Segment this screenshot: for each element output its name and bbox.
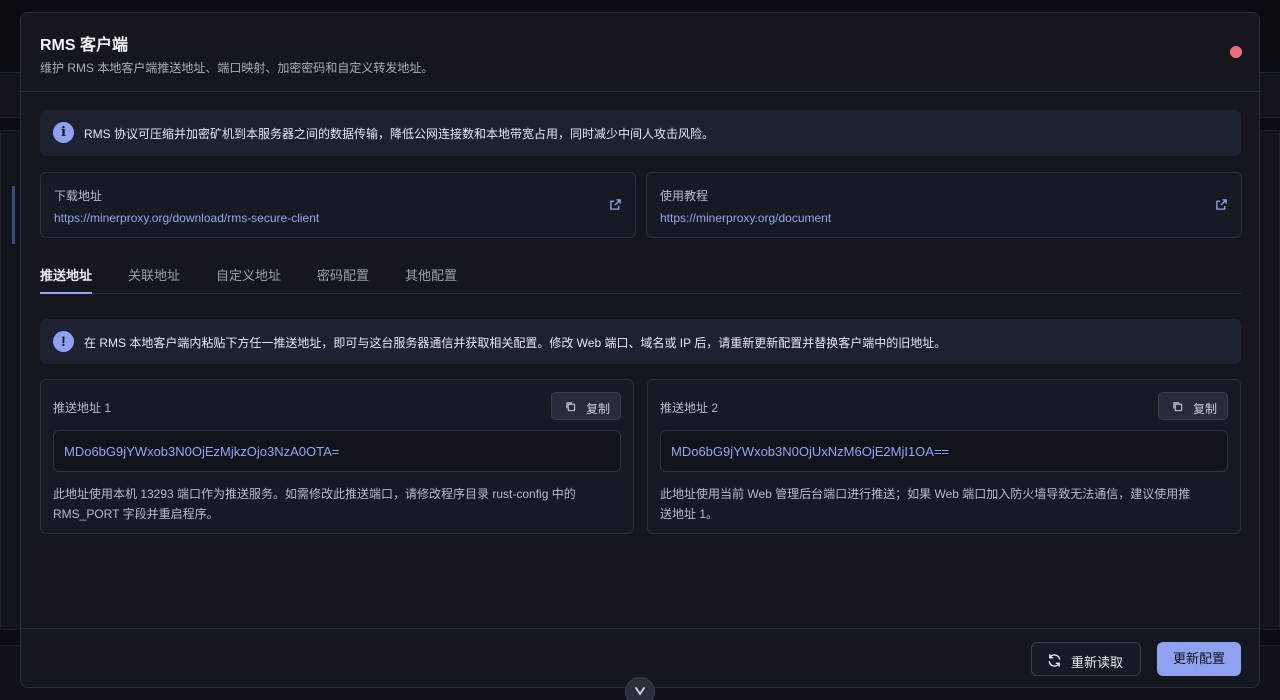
update-config-button[interactable]: 更新配置	[1157, 642, 1241, 676]
scroll-down-button[interactable]	[625, 677, 655, 700]
config-tabs: 推送地址 关联地址 自定义地址 密码配置 其他配置	[40, 262, 1241, 294]
copy-button-label: 复制	[1193, 402, 1218, 416]
reload-button[interactable]: 重新读取	[1031, 642, 1141, 676]
tutorial-link-card: 使用教程 https://minerproxy.org/document	[646, 172, 1242, 238]
download-label: 下载地址	[54, 189, 103, 203]
download-link-card: 下载地址 https://minerproxy.org/download/rms…	[40, 172, 636, 238]
push-address-value: MDo6bG9jYWxob3N0OjUxNzM6OjE2MjI1OA==	[671, 444, 950, 459]
copy-icon	[1173, 402, 1183, 412]
push-address-card-1: 推送地址 1 复制 MDo6bG9jYWxob3N0OjEzMjkzOjo3Nz…	[40, 379, 634, 534]
push-address-label: 推送地址 1	[53, 401, 112, 415]
modal-title: RMS 客户端	[40, 37, 129, 54]
download-url-link[interactable]: https://minerproxy.org/download/rms-secu…	[54, 211, 319, 225]
refresh-icon	[1048, 654, 1061, 667]
info-banner-text: RMS 协议可压缩并加密矿机到本服务器之间的数据传输，降低公网连接数和本地带宽占…	[84, 127, 715, 141]
external-link-icon[interactable]	[1215, 198, 1228, 211]
push-address-field[interactable]: MDo6bG9jYWxob3N0OjUxNzM6OjE2MjI1OA==	[660, 430, 1228, 472]
chevron-down-icon	[635, 687, 645, 696]
tutorial-label: 使用教程	[660, 189, 709, 203]
tab-password-config[interactable]: 密码配置	[317, 265, 369, 284]
background-active-indicator	[12, 186, 15, 244]
tab-other-config[interactable]: 其他配置	[405, 265, 457, 284]
copy-button-label: 复制	[586, 402, 611, 416]
close-button[interactable]	[1230, 46, 1242, 58]
active-tab-indicator	[40, 292, 92, 294]
notice-banner-text: 在 RMS 本地客户端内粘贴下方任一推送地址，即可与这台服务器通信并获取相关配置…	[84, 336, 947, 350]
tab-related-address[interactable]: 关联地址	[128, 265, 180, 284]
copy-icon	[566, 402, 576, 412]
notice-banner: ! 在 RMS 本地客户端内粘贴下方任一推送地址，即可与这台服务器通信并获取相关…	[40, 319, 1241, 364]
tab-push-address[interactable]: 推送地址	[40, 265, 92, 284]
tab-custom-address[interactable]: 自定义地址	[216, 265, 281, 284]
info-icon: i	[53, 122, 74, 143]
push-address-label: 推送地址 2	[660, 401, 719, 415]
copy-button[interactable]: 复制	[551, 392, 621, 420]
push-address-field[interactable]: MDo6bG9jYWxob3N0OjEzMjkzOjo3NzA0OTA=	[53, 430, 621, 472]
modal-subtitle: 维护 RMS 本地客户端推送地址、端口映射、加密密码和自定义转发地址。	[40, 61, 434, 75]
push-address-card-2: 推送地址 2 复制 MDo6bG9jYWxob3N0OjUxNzM6OjE2Mj…	[647, 379, 1241, 534]
rms-client-modal: RMS 客户端 维护 RMS 本地客户端推送地址、端口映射、加密密码和自定义转发…	[20, 12, 1260, 688]
exclamation-icon: !	[53, 331, 74, 352]
modal-header: RMS 客户端 维护 RMS 本地客户端推送地址、端口映射、加密密码和自定义转发…	[21, 13, 1259, 92]
push-address-note: 此地址使用本机 13293 端口作为推送服务。如需修改此推送端口，请修改程序目录…	[53, 487, 576, 521]
info-banner: i RMS 协议可压缩并加密矿机到本服务器之间的数据传输，降低公网连接数和本地带…	[40, 110, 1241, 156]
copy-button[interactable]: 复制	[1158, 392, 1228, 420]
push-address-note: 此地址使用当前 Web 管理后台端口进行推送；如果 Web 端口加入防火墙导致无…	[660, 487, 1191, 521]
push-address-value: MDo6bG9jYWxob3N0OjEzMjkzOjo3NzA0OTA=	[64, 444, 340, 459]
external-link-icon[interactable]	[609, 198, 622, 211]
reload-button-label: 重新读取	[1071, 655, 1124, 670]
tutorial-url-link[interactable]: https://minerproxy.org/document	[660, 211, 831, 225]
